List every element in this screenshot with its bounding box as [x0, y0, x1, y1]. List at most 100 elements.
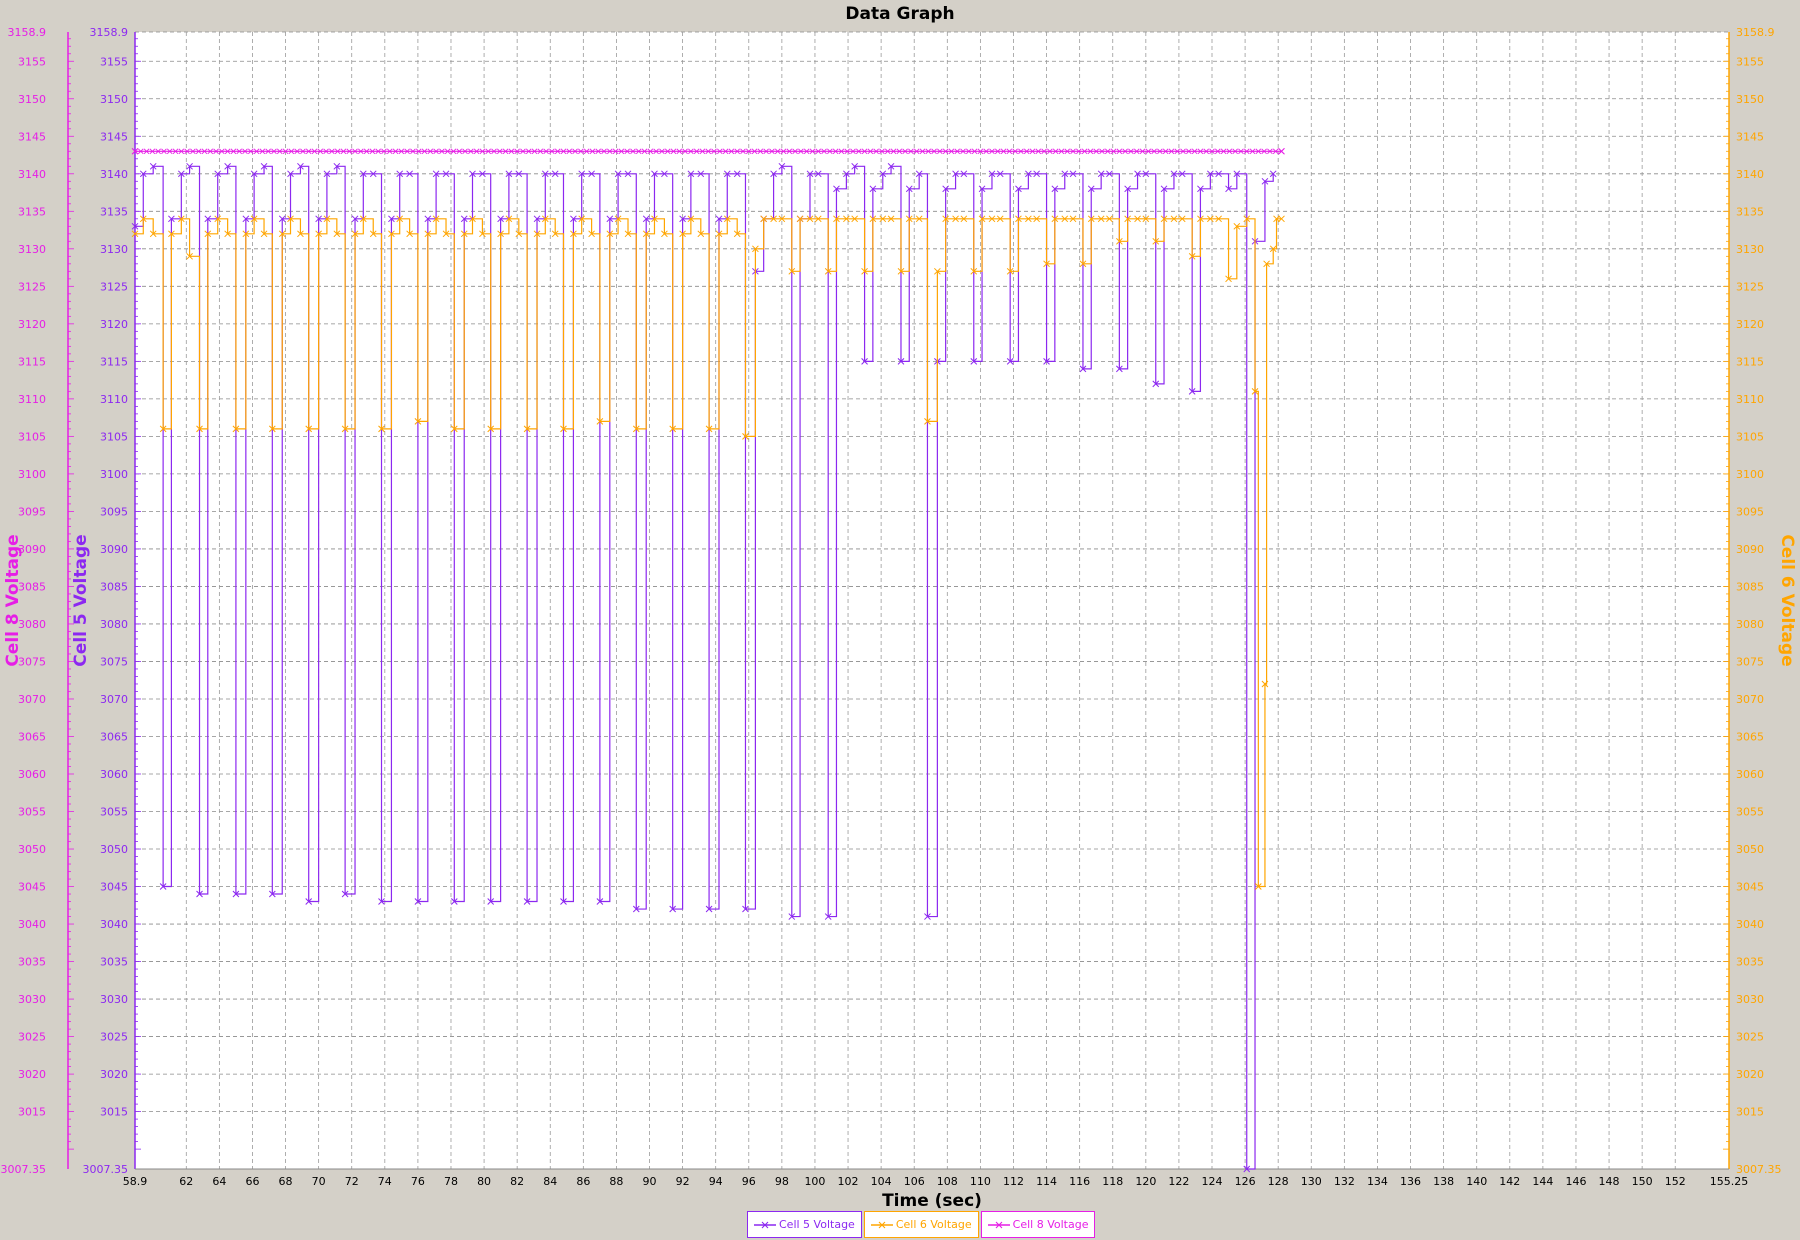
y-tick-label-cell6: 3115	[1736, 355, 1764, 368]
y-tick-label-cell8: 3130	[18, 243, 46, 256]
y-tick-label-cell8: 3030	[18, 993, 46, 1006]
y-tick-label-cell5: 3115	[100, 355, 128, 368]
x-tick-label: 134	[1367, 1175, 1388, 1188]
y-tick-label-cell8: 3100	[18, 468, 46, 481]
legend: Cell 5 Voltage Cell 6 Voltage Cell 8 Vol…	[747, 1211, 1096, 1238]
y-tick-label-cell8: 3125	[18, 280, 46, 293]
y-tick-label-cell8: 3135	[18, 205, 46, 218]
x-tick-label: 118	[1102, 1175, 1123, 1188]
x-tick-label: 62	[179, 1175, 193, 1188]
x-tick-label: 76	[411, 1175, 425, 1188]
x-tick-label: 64	[212, 1175, 226, 1188]
plot-area	[135, 32, 1729, 1169]
x-tick-label: 80	[477, 1175, 491, 1188]
y-tick-label-cell5: 3090	[100, 543, 128, 556]
chart-title: Data Graph	[845, 4, 954, 24]
x-tick-label: 104	[871, 1175, 892, 1188]
y-tick-label-cell6: 3045	[1736, 881, 1764, 894]
y-tick-label-cell8: 3155	[18, 55, 46, 68]
y-tick-label-cell5: 3085	[100, 580, 128, 593]
y-tick-label-cell6: 3155	[1736, 55, 1764, 68]
y-tick-label-cell5: 3140	[100, 168, 128, 181]
y-tick-label-cell8: 3105	[18, 430, 46, 443]
x-tick-label: 58.9	[123, 1175, 148, 1188]
x-tick-label: 122	[1168, 1175, 1189, 1188]
legend-label: Cell 6 Voltage	[895, 1218, 972, 1231]
y-tick-label-cell8: 3025	[18, 1031, 46, 1044]
chart-window: 3158.9 3158.9 3158.9 3155 3155 3155 3150 3150 31…	[0, 0, 1800, 1240]
y-tick-label-cell6: 3025	[1736, 1031, 1764, 1044]
legend-item-cell8[interactable]: Cell 8 Voltage	[980, 1211, 1096, 1238]
x-tick-label: 144	[1532, 1175, 1553, 1188]
x-tick-label: 98	[775, 1175, 789, 1188]
x-tick-label: 140	[1466, 1175, 1487, 1188]
y-tick-label-cell5: 3158.9	[90, 26, 129, 39]
y-tick-label-cell6: 3065	[1736, 730, 1764, 743]
y-tick-label-cell6: 3135	[1736, 205, 1764, 218]
y-tick-label-cell6: 3030	[1736, 993, 1764, 1006]
legend-label: Cell 8 Voltage	[1012, 1218, 1089, 1231]
x-tick-label: 92	[676, 1175, 690, 1188]
x-tick-label: 128	[1268, 1175, 1289, 1188]
y-tick-label-cell8: 3015	[18, 1106, 46, 1119]
x-tick-label: 82	[510, 1175, 524, 1188]
y-tick-label-cell5: 3065	[100, 730, 128, 743]
y-tick-label-cell6: 3100	[1736, 468, 1764, 481]
y-tick-label-cell6: 3050	[1736, 843, 1764, 856]
y-tick-label-cell5: 3030	[100, 993, 128, 1006]
y-tick-label-cell5: 3055	[100, 806, 128, 819]
y-tick-label-cell8: 3120	[18, 318, 46, 331]
y-tick-label-cell8: 3040	[18, 918, 46, 931]
x-tick-label: 138	[1433, 1175, 1454, 1188]
y-tick-label-cell5: 3007.35	[83, 1163, 129, 1176]
y-tick-label-cell8: 3050	[18, 843, 46, 856]
y-tick-label-cell8: 3140	[18, 168, 46, 181]
y-tick-label-cell5: 3080	[100, 618, 128, 631]
y-tick-label-cell8: 3060	[18, 768, 46, 781]
data-graph-chart: 3158.9 3158.9 3158.9 3155 3155 3155 3150 3150 31…	[1, 4, 1798, 1211]
legend-item-cell6[interactable]: Cell 6 Voltage	[863, 1211, 979, 1238]
x-tick-label: 110	[970, 1175, 991, 1188]
y-tick-label-cell6: 3080	[1736, 618, 1764, 631]
y-tick-label-cell5: 3135	[100, 205, 128, 218]
y-tick-label-cell5: 3015	[100, 1106, 128, 1119]
x-tick-label: 155.25	[1710, 1175, 1749, 1188]
y-tick-label-cell5: 3155	[100, 55, 128, 68]
x-tick-label: 130	[1301, 1175, 1322, 1188]
x-tick-label: 120	[1135, 1175, 1156, 1188]
legend-item-cell5[interactable]: Cell 5 Voltage	[747, 1211, 862, 1238]
x-tick-label: 68	[279, 1175, 293, 1188]
x-tick-label: 100	[804, 1175, 825, 1188]
y-tick-label-cell6: 3070	[1736, 693, 1764, 706]
y-tick-label-cell6: 3060	[1736, 768, 1764, 781]
x-tick-label: 84	[543, 1175, 557, 1188]
y-tick-label-cell5: 3125	[100, 280, 128, 293]
x-axis-label: Time (sec)	[882, 1191, 982, 1211]
y-tick-label-cell5: 3070	[100, 693, 128, 706]
x-tick-label: 70	[312, 1175, 326, 1188]
y-tick-label-cell8: 3045	[18, 881, 46, 894]
x-tick-label: 136	[1400, 1175, 1421, 1188]
x-tick-label: 102	[838, 1175, 859, 1188]
y-tick-label-cell5: 3050	[100, 843, 128, 856]
y-tick-label-cell6: 3095	[1736, 505, 1764, 518]
x-tick-label: 132	[1334, 1175, 1355, 1188]
y-tick-label-cell8: 3150	[18, 93, 46, 106]
y-axis-title-cell8: Cell 8 Voltage	[3, 534, 23, 666]
y-tick-label-cell8: 3158.9	[8, 26, 47, 39]
x-tick-label: 114	[1036, 1175, 1057, 1188]
y-tick-label-cell8: 3020	[18, 1068, 46, 1081]
y-tick-label-cell8: 3065	[18, 730, 46, 743]
y-tick-label-cell5: 3145	[100, 130, 128, 143]
y-tick-label-cell6: 3075	[1736, 655, 1764, 668]
y-tick-label-cell5: 3040	[100, 918, 128, 931]
y-tick-label-cell6: 3015	[1736, 1106, 1764, 1119]
x-tick-label: 142	[1499, 1175, 1520, 1188]
y-tick-label-cell6: 3055	[1736, 806, 1764, 819]
x-tick-label: 108	[937, 1175, 958, 1188]
y-tick-label-cell5: 3110	[100, 393, 128, 406]
y-axis-title-cell5: Cell 5 Voltage	[71, 534, 91, 666]
legend-marker-icon	[754, 1221, 776, 1228]
x-tick-label: 78	[444, 1175, 458, 1188]
y-tick-label-cell5: 3150	[100, 93, 128, 106]
